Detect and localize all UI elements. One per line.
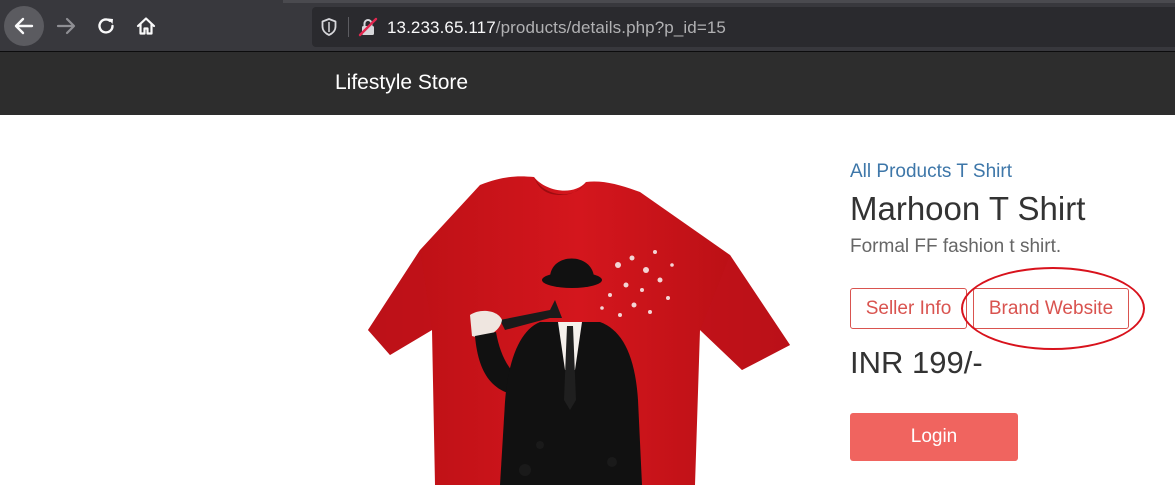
- seller-info-button[interactable]: Seller Info: [850, 288, 967, 329]
- insecure-lock-icon[interactable]: [358, 17, 378, 37]
- product-title: Marhoon T Shirt: [850, 190, 1086, 227]
- login-button[interactable]: Login: [850, 413, 1018, 461]
- site-navbar: Lifestyle Store: [0, 52, 1175, 115]
- site-brand-link[interactable]: Lifestyle Store: [335, 71, 468, 95]
- browser-toolbar: 13.233.65.117/products/details.php?p_id=…: [0, 0, 1175, 52]
- reload-icon: [98, 18, 114, 34]
- reload-button[interactable]: [86, 6, 126, 46]
- arrow-left-icon: [14, 17, 34, 35]
- url-host: 13.233.65.117: [387, 18, 496, 37]
- forward-button[interactable]: [46, 6, 86, 46]
- product-image: [350, 140, 800, 485]
- address-bar[interactable]: 13.233.65.117/products/details.php?p_id=…: [312, 7, 1175, 47]
- shield-icon[interactable]: [321, 18, 337, 36]
- product-price: INR 199/-: [850, 345, 983, 380]
- tshirt-illustration: [368, 176, 790, 485]
- product-description: Formal FF fashion t shirt.: [850, 236, 1062, 257]
- brand-website-button[interactable]: Brand Website: [973, 288, 1129, 329]
- url-path: /products/details.php?p_id=15: [495, 18, 726, 37]
- url-separator: [348, 17, 349, 37]
- tab-strip-edge: [283, 0, 1175, 3]
- url-text[interactable]: 13.233.65.117/products/details.php?p_id=…: [387, 18, 726, 38]
- arrow-right-icon: [56, 17, 76, 35]
- breadcrumb-all-products[interactable]: All Products: [850, 161, 951, 182]
- breadcrumb: All Products T Shirt: [850, 161, 1017, 183]
- home-icon: [136, 17, 156, 35]
- home-button[interactable]: [126, 6, 166, 46]
- breadcrumb-category[interactable]: T Shirt: [956, 161, 1012, 182]
- back-button[interactable]: [4, 6, 44, 46]
